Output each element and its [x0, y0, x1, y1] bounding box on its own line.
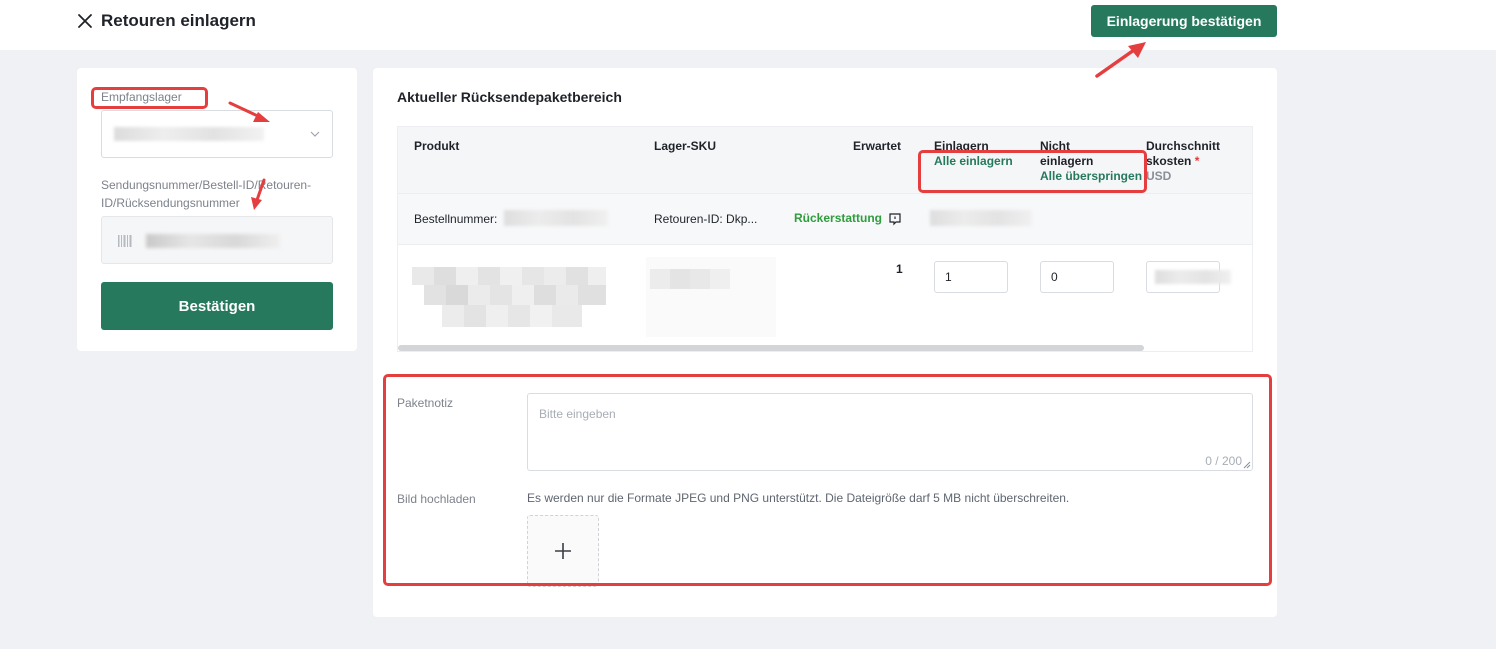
avg-cost-redacted: [1155, 270, 1231, 284]
order-group-row: Bestellnummer: Retouren-ID: Dkp... Rücke…: [398, 193, 1252, 245]
return-id-label: Retouren-ID: Dkp...: [654, 212, 758, 226]
confirm-stock-in-button[interactable]: Einlagerung bestätigen: [1091, 5, 1277, 37]
product-image-redacted: [412, 267, 606, 327]
col-avg-cost-1: Durchschnitt: [1146, 139, 1221, 153]
tracking-label: Sendungsnummer/Bestell-ID/Retouren-ID/Rü…: [101, 178, 312, 210]
col-avg-cost-2: skosten: [1146, 154, 1192, 168]
col-avg-cost: skosten *: [1146, 154, 1199, 169]
section-title: Aktueller Rücksendepaketbereich: [397, 89, 622, 105]
sku-redacted: [646, 257, 776, 337]
col-sku: Lager-SKU: [654, 139, 717, 153]
tracking-input[interactable]: [101, 216, 333, 264]
expected-qty: 1: [896, 262, 903, 276]
currency-label: USD: [1146, 169, 1172, 183]
order-number-redacted: [504, 210, 608, 226]
avg-cost-input[interactable]: [1146, 261, 1231, 293]
warehouse-value-redacted: [114, 127, 264, 141]
annotation-box-form: [383, 374, 1272, 586]
tracking-value-redacted: [146, 234, 280, 248]
extra-info-redacted: [930, 210, 1032, 226]
horizontal-scrollbar[interactable]: [398, 345, 1144, 351]
page-title: Retouren einlagern: [101, 11, 256, 30]
not-store-qty-input[interactable]: 0: [1040, 261, 1114, 293]
col-expected: Erwartet: [853, 139, 902, 153]
confirm-button[interactable]: Bestätigen: [101, 282, 333, 330]
table-row: 1 1 0: [398, 245, 1252, 345]
comment-icon[interactable]: [888, 212, 902, 226]
barcode-scan-icon: [118, 235, 132, 247]
top-bar: Retouren einlagern Einlagerung bestätige…: [0, 0, 1496, 50]
required-mark: *: [1194, 154, 1200, 168]
order-number-label: Bestellnummer:: [414, 212, 498, 226]
warehouse-select[interactable]: [101, 110, 333, 158]
annotation-box-warehouse: [91, 87, 208, 109]
annotation-box-bulk-actions: [918, 150, 1147, 193]
chevron-down-icon: [310, 131, 320, 137]
col-product: Produkt: [414, 139, 460, 153]
close-icon[interactable]: [76, 12, 94, 30]
store-in-qty-input[interactable]: 1: [934, 261, 1008, 293]
status-badge: Rückerstattung: [794, 211, 883, 225]
